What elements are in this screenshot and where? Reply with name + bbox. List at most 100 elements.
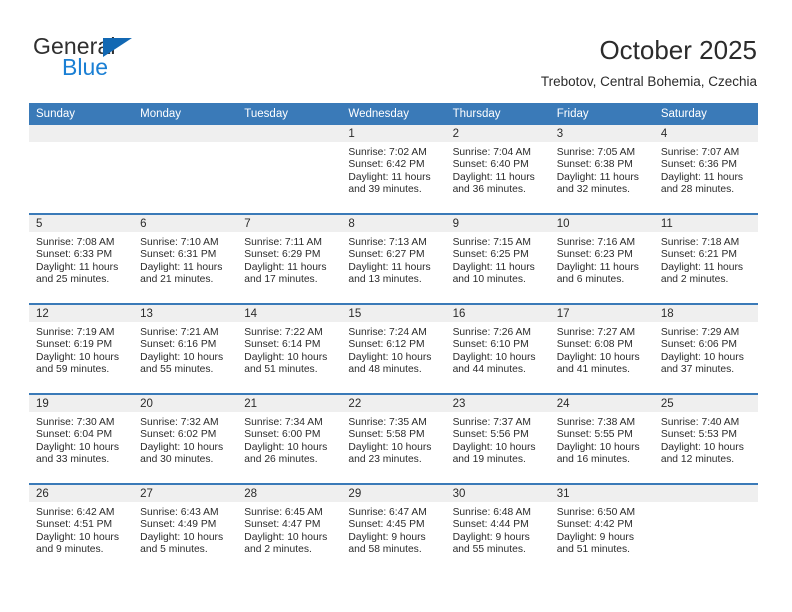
calendar-day-cell[interactable]: 8 Sunrise: 7:13 AM Sunset: 6:27 PM Daylight…	[341, 213, 446, 304]
sunrise-text: Sunrise: 7:16 AM	[556, 237, 636, 248]
calendar-day-cell[interactable]: 30 Sunrise: 6:48 AM Sunset: 4:44 PM Dayligh…	[445, 483, 550, 573]
sunset-text: Sunset: 4:47 PM	[244, 519, 321, 531]
daylight-text: Daylight: 11 hours and 6 minutes.	[556, 261, 639, 286]
calendar-day-cell[interactable]: 2 Sunrise: 7:04 AM Sunset: 6:40 PM Daylight…	[445, 125, 550, 214]
calendar-week-row: 1 Sunrise: 7:02 AM Sunset: 6:42 PM Daylight…	[29, 125, 758, 214]
calendar-day-cell[interactable]: 4 Sunrise: 7:07 AM Sunset: 6:36 PM Daylight…	[653, 125, 758, 214]
sunset-text: Sunset: 5:53 PM	[660, 429, 737, 441]
calendar-day-cell[interactable]: 18 Sunrise: 7:29 AM Sunset: 6:06 PM Dayligh…	[653, 303, 758, 394]
sun-details: Sunrise: 7:07 AM Sunset: 6:36 PM Daylight:…	[654, 142, 758, 197]
sun-details: Sunrise: 7:30 AM Sunset: 6:04 PM Daylight:…	[29, 412, 133, 467]
day-cell-inner: 7 Sunrise: 7:11 AM Sunset: 6:29 PM Daylight…	[237, 215, 342, 303]
sunset-text: Sunset: 4:44 PM	[452, 519, 529, 531]
sunrise-text: Sunrise: 7:07 AM	[660, 147, 740, 158]
calendar-day-cell[interactable]: 29 Sunrise: 6:47 AM Sunset: 4:45 PM Dayligh…	[341, 483, 446, 573]
sunrise-text: Sunrise: 7:24 AM	[348, 327, 427, 338]
day-number: 11	[653, 215, 758, 232]
general-blue-logo[interactable]: General Blue	[33, 33, 213, 83]
calendar-day-cell[interactable]: 23 Sunrise: 7:37 AM Sunset: 5:56 PM Dayligh…	[445, 393, 550, 484]
day-number	[653, 485, 758, 502]
sun-details: Sunrise: 7:10 AM Sunset: 6:31 PM Daylight:…	[133, 232, 237, 287]
sun-details: Sunrise: 7:18 AM Sunset: 6:21 PM Daylight:…	[654, 232, 758, 287]
day-number: 16	[445, 305, 550, 322]
calendar-day-cell[interactable]: 20 Sunrise: 7:32 AM Sunset: 6:02 PM Dayligh…	[133, 393, 238, 484]
day-number: 17	[549, 305, 654, 322]
calendar-week-row: 5 Sunrise: 7:08 AM Sunset: 6:33 PM Daylight…	[29, 213, 758, 304]
day-number: 22	[341, 395, 446, 412]
calendar-day-cell[interactable]: 10 Sunrise: 7:16 AM Sunset: 6:23 PM Dayligh…	[549, 213, 654, 304]
daylight-text: Daylight: 10 hours and 33 minutes.	[36, 441, 119, 466]
calendar-day-cell[interactable]: 24 Sunrise: 7:38 AM Sunset: 5:55 PM Dayligh…	[549, 393, 654, 484]
calendar-day-cell[interactable]: 22 Sunrise: 7:35 AM Sunset: 5:58 PM Dayligh…	[341, 393, 446, 484]
calendar-week-row: 19 Sunrise: 7:30 AM Sunset: 6:04 PM Dayligh…	[29, 393, 758, 484]
calendar-day-cell[interactable]: 19 Sunrise: 7:30 AM Sunset: 6:04 PM Dayligh…	[29, 393, 134, 484]
sunrise-text: Sunrise: 7:34 AM	[244, 417, 323, 428]
day-cell-inner: 28 Sunrise: 6:45 AM Sunset: 4:47 PM Dayligh…	[237, 485, 342, 573]
sunset-text: Sunset: 6:19 PM	[36, 339, 113, 351]
calendar-day-cell[interactable]: 15 Sunrise: 7:24 AM Sunset: 6:12 PM Dayligh…	[341, 303, 446, 394]
sunrise-text: Sunrise: 6:50 AM	[556, 507, 636, 518]
calendar-day-cell[interactable]: 7 Sunrise: 7:11 AM Sunset: 6:29 PM Daylight…	[237, 213, 342, 304]
day-cell-inner: 5 Sunrise: 7:08 AM Sunset: 6:33 PM Daylight…	[29, 215, 134, 303]
location-subtitle: Trebotov, Central Bohemia, Czechia	[540, 74, 757, 89]
calendar-day-cell[interactable]: 27 Sunrise: 6:43 AM Sunset: 4:49 PM Dayligh…	[133, 483, 238, 573]
sunrise-text: Sunrise: 7:40 AM	[660, 417, 740, 428]
day-cell-inner: 1 Sunrise: 7:02 AM Sunset: 6:42 PM Daylight…	[341, 125, 446, 213]
day-cell-inner	[237, 125, 342, 213]
sun-details: Sunrise: 6:50 AM Sunset: 4:42 PM Daylight:…	[550, 502, 654, 557]
day-number	[133, 125, 238, 142]
calendar-week-row: 12 Sunrise: 7:19 AM Sunset: 6:19 PM Dayligh…	[29, 303, 758, 394]
daylight-text: Daylight: 9 hours and 58 minutes.	[348, 531, 426, 556]
sun-details: Sunrise: 7:04 AM Sunset: 6:40 PM Daylight:…	[446, 142, 550, 197]
calendar-day-cell[interactable]: 25 Sunrise: 7:40 AM Sunset: 5:53 PM Dayligh…	[653, 393, 758, 484]
daylight-text: Daylight: 10 hours and 16 minutes.	[556, 441, 640, 466]
day-cell-inner: 20 Sunrise: 7:32 AM Sunset: 6:02 PM Dayligh…	[133, 395, 238, 483]
sunset-text: Sunset: 5:55 PM	[556, 429, 633, 441]
sunset-text: Sunset: 6:42 PM	[348, 159, 425, 171]
day-number: 23	[445, 395, 550, 412]
calendar-day-cell[interactable]: 13 Sunrise: 7:21 AM Sunset: 6:16 PM Dayligh…	[133, 303, 238, 394]
day-number: 6	[133, 215, 238, 232]
calendar-day-cell[interactable]: 21 Sunrise: 7:34 AM Sunset: 6:00 PM Dayligh…	[237, 393, 342, 484]
sunset-text: Sunset: 6:25 PM	[452, 249, 529, 261]
sun-details: Sunrise: 7:22 AM Sunset: 6:14 PM Daylight:…	[237, 322, 341, 377]
calendar-day-cell[interactable]: 16 Sunrise: 7:26 AM Sunset: 6:10 PM Dayligh…	[445, 303, 550, 394]
day-number: 28	[237, 485, 342, 502]
calendar-day-cell[interactable]: 11 Sunrise: 7:18 AM Sunset: 6:21 PM Dayligh…	[653, 213, 758, 304]
daylight-text: Daylight: 11 hours and 21 minutes.	[140, 261, 223, 286]
sun-details: Sunrise: 7:19 AM Sunset: 6:19 PM Daylight:…	[29, 322, 133, 377]
calendar-day-cell[interactable]: 12 Sunrise: 7:19 AM Sunset: 6:19 PM Dayligh…	[29, 303, 134, 394]
day-number: 12	[29, 305, 134, 322]
sunset-text: Sunset: 6:16 PM	[140, 339, 217, 351]
calendar-day-cell[interactable]: 1 Sunrise: 7:02 AM Sunset: 6:42 PM Daylight…	[341, 125, 446, 214]
sunset-text: Sunset: 6:04 PM	[36, 429, 113, 441]
sunrise-text: Sunrise: 7:05 AM	[556, 147, 636, 158]
daylight-text: Daylight: 11 hours and 36 minutes.	[452, 171, 535, 196]
page-title: October 2025	[599, 35, 757, 65]
day-number	[237, 125, 342, 142]
day-number: 10	[549, 215, 654, 232]
calendar-day-cell[interactable]: 5 Sunrise: 7:08 AM Sunset: 6:33 PM Daylight…	[29, 213, 134, 304]
calendar-day-cell[interactable]: 28 Sunrise: 6:45 AM Sunset: 4:47 PM Dayligh…	[237, 483, 342, 573]
sun-details: Sunrise: 7:13 AM Sunset: 6:27 PM Daylight:…	[341, 232, 445, 287]
calendar-page: General Blue October 2025 Trebotov, Cent…	[0, 0, 792, 612]
weekday-header-thursday: Thursday	[445, 103, 550, 125]
sun-details: Sunrise: 7:34 AM Sunset: 6:00 PM Daylight:…	[237, 412, 341, 467]
daylight-text: Daylight: 11 hours and 39 minutes.	[348, 171, 431, 196]
day-number: 27	[133, 485, 238, 502]
daylight-text: Daylight: 10 hours and 2 minutes.	[244, 531, 328, 556]
calendar-day-cell[interactable]: 26 Sunrise: 6:42 AM Sunset: 4:51 PM Dayligh…	[29, 483, 134, 573]
calendar-day-cell[interactable]: 6 Sunrise: 7:10 AM Sunset: 6:31 PM Daylight…	[133, 213, 238, 304]
sunrise-text: Sunrise: 7:32 AM	[140, 417, 219, 428]
calendar-day-cell[interactable]: 3 Sunrise: 7:05 AM Sunset: 6:38 PM Daylight…	[549, 125, 654, 214]
day-number: 19	[29, 395, 134, 412]
calendar-day-cell[interactable]: 9 Sunrise: 7:15 AM Sunset: 6:25 PM Daylight…	[445, 213, 550, 304]
daylight-text: Daylight: 11 hours and 28 minutes.	[660, 171, 744, 196]
sunset-text: Sunset: 4:49 PM	[140, 519, 217, 531]
sunset-text: Sunset: 6:40 PM	[452, 159, 529, 171]
sun-details: Sunrise: 7:26 AM Sunset: 6:10 PM Daylight:…	[446, 322, 550, 377]
calendar-day-cell[interactable]: 17 Sunrise: 7:27 AM Sunset: 6:08 PM Dayligh…	[549, 303, 654, 394]
calendar-day-cell[interactable]: 14 Sunrise: 7:22 AM Sunset: 6:14 PM Dayligh…	[237, 303, 342, 394]
calendar-day-cell[interactable]: 31 Sunrise: 6:50 AM Sunset: 4:42 PM Dayligh…	[549, 483, 654, 573]
daylight-text: Daylight: 10 hours and 37 minutes.	[660, 351, 744, 376]
